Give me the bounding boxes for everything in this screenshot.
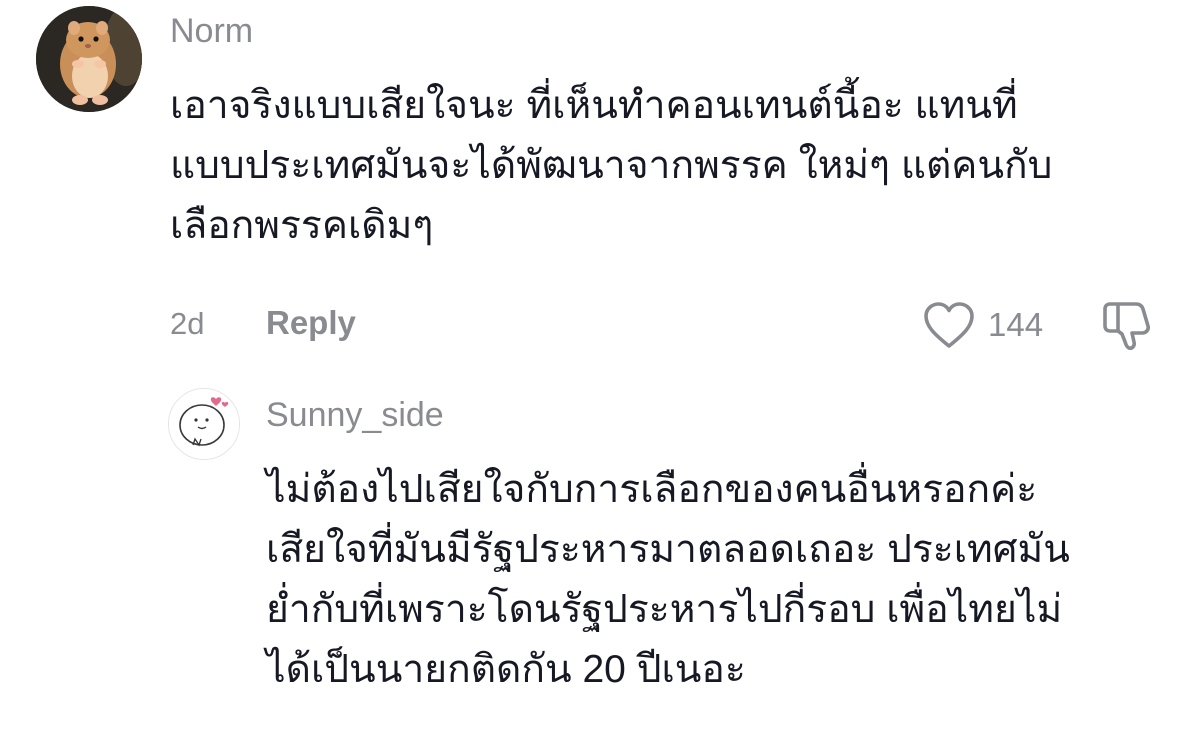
commenter-username[interactable]: Sunny_side	[266, 396, 444, 435]
comment-text-line: ย่ำกับที่เพราะโดนรัฐประหารไปกี่รอบ เพื่อ…	[266, 588, 1063, 631]
comment-text-line: แบบประเทศมันจะได้พัฒนาจากพรรค ใหม่ๆ แต่ค…	[170, 144, 1053, 187]
dislike-button[interactable]	[1100, 296, 1156, 352]
hamster-avatar-icon	[36, 6, 142, 112]
doodle-face-avatar-icon	[169, 389, 239, 459]
comment-text-line: เสียใจที่มันมีรัฐประหารมาตลอดเถอะ ประเทศ…	[266, 528, 1070, 571]
commenter-avatar-norm[interactable]	[36, 6, 142, 112]
commenter-username[interactable]: Norm	[170, 12, 253, 51]
comment-age: 2d	[170, 306, 205, 341]
like-button[interactable]	[922, 300, 976, 350]
like-count: 144	[988, 306, 1044, 343]
comment-thread: Norm เอาจริงแบบเสียใจนะ ที่เห็นทำคอนเทนต…	[0, 0, 1200, 749]
comment-text-line: เอาจริงแบบเสียใจนะ ที่เห็นทำคอนเทนต์นี้อ…	[170, 84, 1018, 127]
thumbs-down-icon	[1103, 302, 1150, 350]
commenter-avatar-sunny-side[interactable]	[168, 388, 240, 460]
heart-icon	[924, 302, 974, 348]
comment-text-line: เลือกพรรคเดิมๆ	[170, 204, 434, 247]
comment-text: ไม่ต้องไปเสียใจกับการเลือกของคนอื่นหรอกค…	[266, 460, 1070, 700]
comment-text-line: ไม่ต้องไปเสียใจกับการเลือกของคนอื่นหรอกค…	[266, 468, 1038, 511]
comment-text-line: ได้เป็นนายกติดกัน 20 ปีเนอะ	[266, 648, 746, 691]
reply-button[interactable]: Reply	[266, 304, 356, 342]
comment-text: เอาจริงแบบเสียใจนะ ที่เห็นทำคอนเทนต์นี้อ…	[170, 76, 1052, 256]
